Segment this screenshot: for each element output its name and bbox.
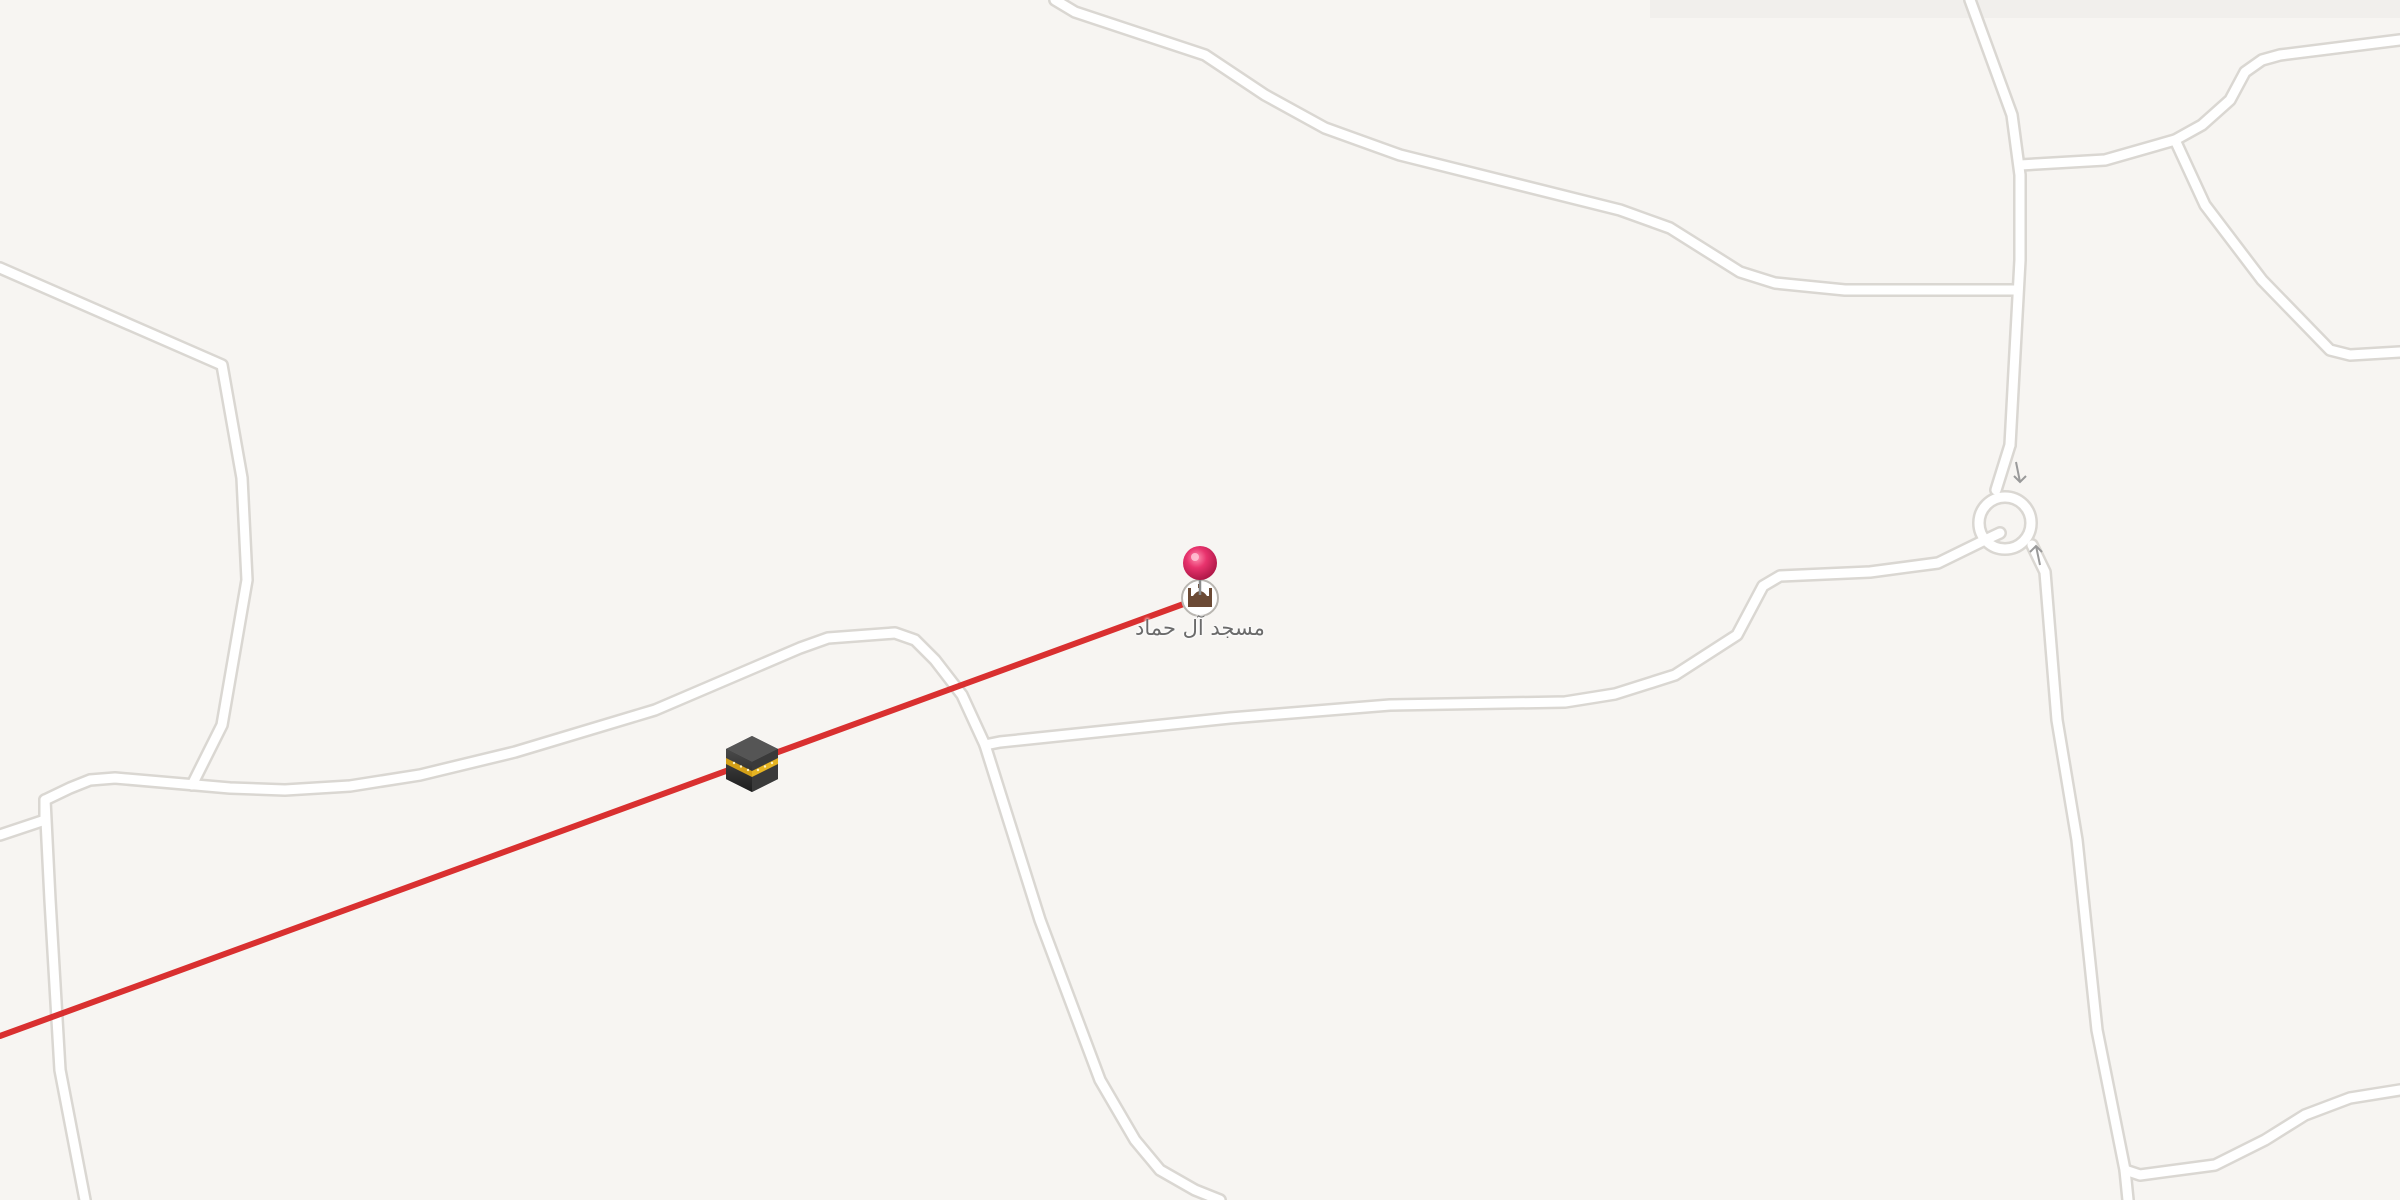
road [978, 738, 1227, 1200]
poi-label[interactable]: مسجد آل حماد [1100, 616, 1300, 640]
road [0, 261, 254, 792]
road [2027, 540, 2133, 1200]
road [0, 628, 990, 840]
road [0, 263, 252, 790]
road-arrow [2013, 461, 2027, 484]
road [2118, 1083, 2400, 1182]
road [1050, 0, 2023, 295]
road [2170, 135, 2400, 360]
road [0, 626, 992, 842]
road-network [0, 0, 2400, 1200]
road [2015, 35, 2400, 170]
qibla-direction-line [0, 595, 1203, 1039]
road [2168, 133, 2400, 362]
road [2013, 33, 2400, 172]
kaaba-icon[interactable] [726, 736, 778, 792]
map-canvas[interactable]: مسجد آل حماد [0, 0, 2400, 1200]
roundabout [1974, 492, 2036, 554]
road [980, 740, 1225, 1200]
road [1965, 0, 2025, 450]
road [1048, 0, 2025, 297]
